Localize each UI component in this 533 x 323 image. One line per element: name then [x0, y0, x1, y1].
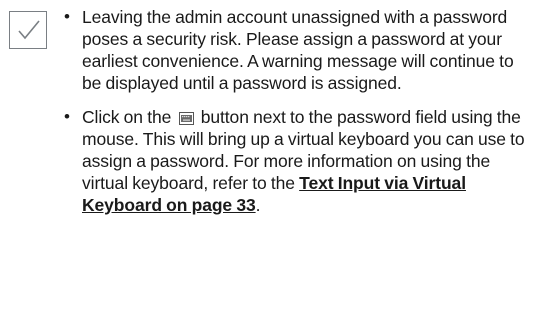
note-text-before-icon: Click on the [82, 107, 172, 127]
note-item-virtual-keyboard: • Click on the button next to the passwo… [60, 106, 530, 216]
keyboard-icon [178, 112, 194, 125]
bullet: • [64, 7, 70, 26]
note-section: • Leaving the admin account unassigned w… [0, 0, 533, 323]
note-text: Leaving the admin account unassigned wit… [82, 7, 514, 93]
note-item-security: • Leaving the admin account unassigned w… [60, 6, 530, 94]
note-text-end: . [255, 195, 261, 215]
bullet: • [64, 107, 70, 126]
checkmark-icon [9, 11, 47, 49]
note-list: • Leaving the admin account unassigned w… [60, 6, 530, 216]
